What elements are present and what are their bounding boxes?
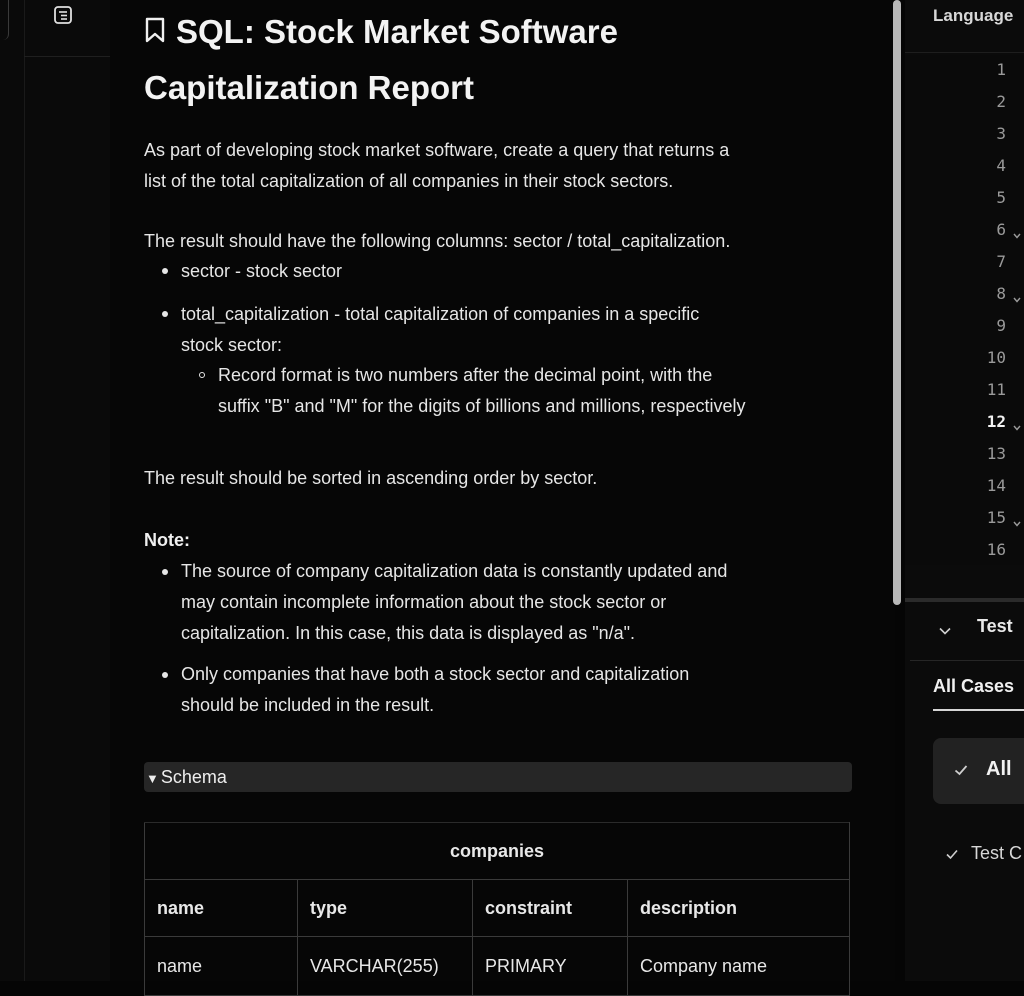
schema-toggle-label: Schema [160,767,227,787]
line-number: 8 [996,284,1006,303]
check-icon [954,765,968,776]
bullet-dot [162,311,168,317]
description-tab-button[interactable] [52,4,74,26]
bullet-dot [162,569,168,575]
total-cap-line-2: stock sector: [181,335,283,355]
bookmark-icon[interactable] [144,4,166,60]
column-header: name [144,879,298,937]
bullet-dot [162,268,168,274]
table-row: name VARCHAR(255) PRIMARY Company name [144,936,850,996]
bullet-sector: sector - stock sector [181,261,343,281]
active-tab-indicator [933,709,1024,711]
test-divider [910,660,1024,661]
fold-chevron-icon[interactable] [1012,519,1022,529]
fold-chevron-icon[interactable] [1012,231,1022,241]
note-1-line-3: capitalization. In this case, this data … [181,623,636,643]
columns-intro: The result should have the following col… [144,231,731,251]
left-rail [0,0,111,981]
list-icon [54,6,72,24]
schema-table: companies name type constraint descripti… [144,822,850,996]
table-cell: VARCHAR(255) [297,936,473,996]
line-number: 4 [996,156,1006,175]
intro-line-1: As part of developing stock market softw… [144,140,730,160]
test-case-item[interactable]: Test C [971,843,1022,864]
tab-all-cases[interactable]: All Cases [933,676,1014,697]
sub-bullet-ring [199,372,205,378]
line-number: 1 [996,60,1006,79]
table-cell: name [144,936,298,996]
test-panel-header[interactable]: Test [977,616,1013,637]
line-number: 6 [996,220,1006,239]
page-title: SQL: Stock Market Software Capitalizatio… [144,4,764,116]
format-line-1: Record format is two numbers after the d… [218,365,713,385]
line-number: 13 [986,444,1006,463]
line-number: 15 [986,508,1006,527]
rail-divider [24,56,110,57]
rail-divider-vertical [24,0,25,981]
line-number: 11 [986,380,1006,399]
problem-description: SQL: Stock Market Software Capitalizatio… [110,0,895,996]
triangle-down-icon: ▼ [146,771,159,786]
bullet-dot [162,672,168,678]
editor-panel: Language 1 2 3 4 5 6 7 8 9 10 11 12 13 1… [905,0,1024,981]
editor-divider [905,52,1024,53]
line-number: 3 [996,124,1006,143]
format-line-2: suffix "B" and "M" for the digits of bil… [218,396,746,416]
title-line-2: Capitalization Report [144,69,475,107]
note-1-line-1: The source of company capitalization dat… [181,561,728,581]
column-header: description [627,879,850,937]
panel-resize-handle[interactable] [905,598,1024,602]
line-number: 7 [996,252,1006,271]
line-number: 5 [996,188,1006,207]
line-number: 2 [996,92,1006,111]
line-number-active: 12 [986,412,1006,431]
fold-chevron-icon[interactable] [1012,295,1022,305]
check-icon [946,849,958,860]
title-line-1: SQL: Stock Market Software [176,13,618,50]
language-selector[interactable]: Language [933,6,1013,26]
table-name: companies [144,822,850,880]
intro-line-2: list of the total capitalization of all … [144,171,674,191]
line-number: 14 [986,476,1006,495]
intro-text: As part of developing stock market softw… [144,135,864,197]
line-number-gutter: 1 2 3 4 5 6 7 8 9 10 11 12 13 14 15 16 [905,55,1024,565]
sub-bullet-format: Record format is two numbers after the d… [218,360,745,422]
table-cell: PRIMARY [472,936,628,996]
total-cap-line-1: total_capitalization - total capitalizat… [181,304,700,324]
note-2: Only companies that have both a stock se… [181,659,689,721]
fold-chevron-icon[interactable] [1012,423,1022,433]
all-cases-label: All [986,758,1012,780]
note-1-line-2: may contain incomplete information about… [181,592,667,612]
description-scrollbar[interactable] [893,0,901,605]
note-2-line-1: Only companies that have both a stock se… [181,664,690,684]
collapsed-panel-edge[interactable] [0,0,9,40]
line-number: 9 [996,316,1006,335]
note-1: The source of company capitalization dat… [181,556,727,649]
sorting-text: The result should be sorted in ascending… [144,468,598,488]
column-header: constraint [472,879,628,937]
line-number: 16 [986,540,1006,559]
column-header: type [297,879,473,937]
table-cell: Company name [627,936,850,996]
schema-toggle[interactable]: ▼ Schema [144,762,852,792]
bullet-total-capitalization: total_capitalization - total capitalizat… [181,299,699,361]
note-label: Note: [144,530,190,550]
chevron-down-icon[interactable] [938,624,952,638]
line-number: 10 [986,348,1006,367]
note-2-line-2: should be included in the result. [181,695,435,715]
